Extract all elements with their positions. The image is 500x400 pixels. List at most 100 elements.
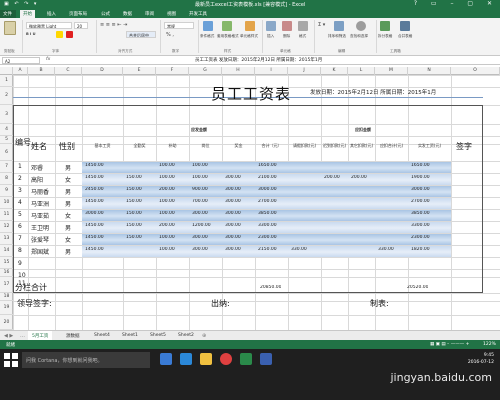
column-header-i[interactable]: I bbox=[255, 67, 288, 75]
row-header-7[interactable]: 7 bbox=[0, 161, 13, 173]
clock-time: 9:45 bbox=[483, 353, 494, 358]
bold-italic-underline[interactable]: B I U bbox=[26, 32, 36, 36]
name-box[interactable]: A2 bbox=[2, 57, 40, 64]
tab-developer[interactable]: 开发工具 bbox=[186, 10, 210, 18]
number-format-select[interactable]: 常规 bbox=[164, 22, 194, 29]
column-header-b[interactable]: B bbox=[28, 67, 55, 75]
tab-review[interactable]: 审阅 bbox=[142, 10, 157, 18]
find-select-icon[interactable] bbox=[356, 21, 366, 31]
insert-cells-icon[interactable] bbox=[266, 21, 276, 31]
row-header-8[interactable]: 8 bbox=[0, 173, 13, 185]
worksheet-grid[interactable]: 员工工资表 发放日期：2015年2月12日 所属日期：2015年1月 应发金额 … bbox=[13, 75, 500, 330]
tab-home[interactable]: 开始 bbox=[20, 10, 35, 18]
excel-icon[interactable] bbox=[240, 353, 252, 365]
column-header-l[interactable]: L bbox=[348, 67, 375, 75]
table-border bbox=[13, 105, 483, 293]
group-cells: 单元格 bbox=[280, 49, 291, 53]
windows-start-icon[interactable] bbox=[4, 353, 18, 367]
percent-comma-buttons[interactable]: % , bbox=[166, 32, 174, 38]
column-header-o[interactable]: O bbox=[451, 67, 500, 75]
align-icons[interactable]: ≡ ≡ ≡ ⇤ ⇥ bbox=[100, 22, 127, 28]
font-name-select[interactable]: 微软雅黑 Light bbox=[26, 22, 72, 29]
column-header-h[interactable]: H bbox=[222, 67, 255, 75]
row-header-12[interactable]: 12 bbox=[0, 221, 13, 233]
row-header-14[interactable]: 14 bbox=[0, 245, 13, 257]
cortana-search[interactable]: 问我 Cortana，你想到就问我吧。 bbox=[22, 352, 150, 368]
row-header-3[interactable]: 3 bbox=[0, 105, 13, 124]
divider bbox=[198, 20, 199, 53]
sheet-more-icon[interactable]: … bbox=[20, 333, 25, 339]
status-ready: 就绪 bbox=[6, 343, 15, 348]
format-cells-icon[interactable] bbox=[298, 21, 308, 31]
tab-data[interactable]: 数据 bbox=[120, 10, 135, 18]
view-buttons[interactable]: ▦ ▣ ▤ – ——— + bbox=[430, 342, 469, 347]
column-header-a[interactable]: A bbox=[13, 67, 28, 75]
column-header-k[interactable]: K bbox=[321, 67, 348, 75]
column-header-j[interactable]: J bbox=[288, 67, 321, 75]
row-header-19[interactable]: 19 bbox=[0, 301, 13, 315]
quick-access-toolbar[interactable]: ▣ ↶ ↷ ▾ bbox=[4, 1, 38, 7]
row-header-18[interactable]: 18 bbox=[0, 293, 13, 301]
split-table-icon[interactable] bbox=[380, 21, 390, 31]
conditional-format-icon[interactable] bbox=[203, 21, 213, 31]
row-header-2[interactable]: 2 bbox=[0, 87, 13, 105]
row-header-6[interactable]: 6 bbox=[0, 144, 13, 161]
table-format-icon[interactable] bbox=[222, 21, 232, 31]
merge-center-button[interactable]: 合并后居中 bbox=[126, 31, 156, 38]
find-select-label: 查找和选择 bbox=[350, 34, 368, 38]
select-all-corner[interactable] bbox=[0, 67, 13, 75]
app-icon[interactable] bbox=[220, 353, 232, 365]
autosum-icon[interactable]: Σ ▾ bbox=[318, 22, 325, 28]
window-controls[interactable]: ? ▭ – ▢ ✕ bbox=[414, 0, 498, 7]
tab-page-layout[interactable]: 页面布局 bbox=[66, 10, 90, 18]
row-header-5[interactable]: 5 bbox=[0, 136, 13, 144]
explorer-icon[interactable] bbox=[200, 353, 212, 365]
title-bar: ▣ ↶ ↷ ▾ 最新员工excel工资表模板.xls [兼容模式] - Exce… bbox=[0, 0, 500, 9]
paste-icon[interactable] bbox=[4, 21, 16, 35]
row-header-11[interactable]: 11 bbox=[0, 209, 13, 221]
ribbon-tabs: 文件 开始 插入 页面布局 公式 数据 审阅 视图 开发工具 bbox=[0, 9, 500, 18]
zoom-level[interactable]: 122% bbox=[483, 342, 496, 347]
row-header-13[interactable]: 13 bbox=[0, 233, 13, 245]
add-sheet-icon[interactable]: ⊕ bbox=[202, 333, 206, 339]
row-header-1[interactable]: 1 bbox=[0, 75, 13, 87]
font-color-icon[interactable] bbox=[66, 31, 73, 38]
column-header-g[interactable]: G bbox=[189, 67, 222, 75]
sheet-title: 员工工资表 bbox=[211, 85, 292, 103]
row-header-17[interactable]: 17 bbox=[0, 277, 13, 293]
cell-style-icon[interactable] bbox=[245, 21, 255, 31]
column-header-n[interactable]: N bbox=[408, 67, 451, 75]
word-icon[interactable] bbox=[260, 353, 272, 365]
row-header-10[interactable]: 10 bbox=[0, 197, 13, 209]
clock[interactable]: 9:45 2016-07-12 bbox=[468, 352, 494, 366]
column-header-e[interactable]: E bbox=[123, 67, 156, 75]
font-size-select[interactable]: 20 bbox=[74, 22, 88, 29]
status-bar: 就绪 ▦ ▣ ▤ – ——— + 122% bbox=[0, 340, 500, 349]
merge-table-icon[interactable] bbox=[400, 21, 410, 31]
tab-formulas[interactable]: 公式 bbox=[98, 10, 113, 18]
formula-input[interactable]: 员工工资表 发放日期：2015年2月12日 所属日期：2015年1月 bbox=[195, 57, 322, 63]
row-header-16[interactable]: 16 bbox=[0, 269, 13, 277]
row-header-20[interactable]: 20 bbox=[0, 315, 13, 330]
tab-view[interactable]: 视图 bbox=[164, 10, 179, 18]
delete-cells-icon[interactable] bbox=[282, 21, 292, 31]
row-header-15[interactable]: 15 bbox=[0, 257, 13, 269]
column-header-m[interactable]: M bbox=[375, 67, 408, 75]
column-header-f[interactable]: F bbox=[156, 67, 189, 75]
column-header-c[interactable]: C bbox=[55, 67, 82, 75]
task-view-icon[interactable] bbox=[160, 353, 172, 365]
tab-file[interactable]: 文件 bbox=[0, 10, 16, 18]
grid-line bbox=[13, 301, 500, 302]
column-header-d[interactable]: D bbox=[82, 67, 123, 75]
divider bbox=[314, 20, 315, 53]
row-header-4[interactable]: 4 bbox=[0, 124, 13, 136]
watermark: jingyan.baidu.com bbox=[390, 371, 492, 384]
sheet-nav-arrows[interactable]: ◀ ▶ bbox=[4, 333, 13, 339]
edge-icon[interactable] bbox=[180, 353, 192, 365]
fx-icon[interactable]: fx bbox=[46, 57, 50, 62]
tab-insert[interactable]: 插入 bbox=[44, 10, 59, 18]
fill-color-icon[interactable] bbox=[56, 31, 63, 38]
sort-filter-icon[interactable] bbox=[334, 21, 344, 31]
divider bbox=[96, 20, 97, 53]
row-header-9[interactable]: 9 bbox=[0, 185, 13, 197]
